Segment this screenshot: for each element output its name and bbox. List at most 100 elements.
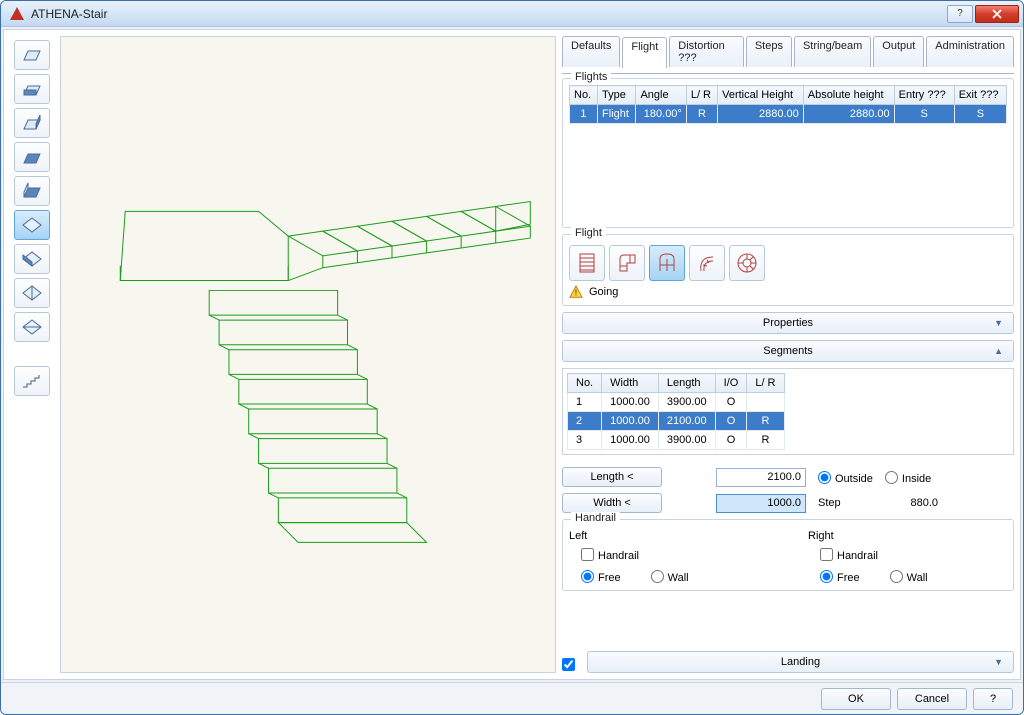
tool-box-1[interactable] [14,40,50,70]
flights-th-no[interactable]: No. [570,86,598,105]
tool-diamond-3[interactable] [14,278,50,308]
window-buttons: ? [947,5,1019,23]
cell-no: 1 [570,105,598,124]
cell-type: Flight [597,105,635,124]
seg-cell: O [715,412,747,431]
tab-defaults[interactable]: Defaults [562,36,620,67]
flight-type-u[interactable] [649,245,685,281]
tool-stair-icon[interactable] [14,366,50,396]
seg-cell: 1 [568,393,602,412]
tool-diamond-4[interactable] [14,312,50,342]
flight-type-l[interactable] [609,245,645,281]
seg-cell: R [747,412,784,431]
titlebar: ATHENA-Stair ? [1,1,1023,27]
seg-cell: 2 [568,412,602,431]
length-input[interactable] [716,468,806,487]
right-wall-radio[interactable]: Wall [890,568,928,584]
width-input[interactable] [716,494,806,513]
seg-cell: 1000.00 [602,393,659,412]
seg-cell: 1000.00 [602,431,659,450]
flights-row[interactable]: 1 Flight 180.00° R 2880.00 2880.00 S S [570,105,1007,124]
help-button[interactable]: ? [947,5,973,23]
landing-collapser[interactable]: Landing ▼ [587,651,1014,673]
width-button[interactable]: Width < [562,493,662,513]
flights-th-entry[interactable]: Entry ??? [894,86,954,105]
flight-type-straight[interactable] [569,245,605,281]
segments-collapser[interactable]: Segments ▲ [562,340,1014,362]
chevron-up-icon: ▲ [994,346,1003,356]
outside-radio[interactable]: Outside [818,469,873,485]
right-handrail-check[interactable]: Handrail [820,550,878,562]
seg-th-lr[interactable]: L/ R [747,374,784,393]
right-free-radio[interactable]: Free [820,568,860,584]
flights-th-vh[interactable]: Vertical Height [718,86,804,105]
seg-th-length[interactable]: Length [658,374,715,393]
content: Defaults Flight Distortion ??? Steps Str… [3,29,1021,680]
tab-output[interactable]: Output [873,36,924,67]
warning-icon: ! [569,285,583,299]
tab-steps[interactable]: Steps [746,36,792,67]
seg-row[interactable]: 3 1000.00 3900.00 O R [568,431,785,450]
handrail-legend: Handrail [571,512,620,524]
right-wall-text: Wall [907,572,928,584]
side-toolbar [10,36,54,673]
chevron-down-icon: ▼ [994,318,1003,328]
tool-diamond-2[interactable] [14,244,50,274]
flight-type-legend: Flight [571,227,606,239]
panel-body: Flights No. Type Angle L/ R Vertical Hei… [562,73,1014,673]
properties-collapser[interactable]: Properties ▼ [562,312,1014,334]
landing-checkbox[interactable] [562,658,575,671]
tool-box-3[interactable] [14,108,50,138]
seg-cell: 2100.00 [658,412,715,431]
cancel-button[interactable]: Cancel [897,688,967,710]
right-panel: Defaults Flight Distortion ??? Steps Str… [562,36,1014,673]
tab-string-beam[interactable]: String/beam [794,36,871,67]
flight-type-curved-2[interactable] [729,245,765,281]
flights-th-angle[interactable]: Angle [636,86,686,105]
stair-preview[interactable] [60,36,556,673]
flights-th-exit[interactable]: Exit ??? [954,86,1006,105]
flights-th-type[interactable]: Type [597,86,635,105]
tab-administration[interactable]: Administration [926,36,1014,67]
flights-th-ah[interactable]: Absolute height [803,86,894,105]
tool-diamond-1[interactable] [14,210,50,240]
left-handrail-check[interactable]: Handrail [581,550,639,562]
seg-th-no[interactable]: No. [568,374,602,393]
segments-table[interactable]: No. Width Length I/O L/ R 1 1000.00 3900… [567,373,785,450]
flights-th-lr[interactable]: L/ R [686,86,717,105]
app-window: ATHENA-Stair ? [0,0,1024,715]
length-button[interactable]: Length < [562,467,662,487]
flight-type-curved-1[interactable] [689,245,725,281]
handrail-left-col: Left Handrail Free Wall [569,530,768,584]
tool-box-5[interactable] [14,176,50,206]
seg-row[interactable]: 2 1000.00 2100.00 O R [568,412,785,431]
properties-label: Properties [763,317,813,329]
tab-flight[interactable]: Flight [622,37,667,68]
right-handrail-text: Handrail [837,550,878,562]
seg-th-io[interactable]: I/O [715,374,747,393]
flights-table[interactable]: No. Type Angle L/ R Vertical Height Abso… [569,85,1007,124]
left-free-radio[interactable]: Free [581,568,621,584]
app-icon [9,6,25,22]
seg-cell: O [715,393,747,412]
tool-box-2[interactable] [14,74,50,104]
ok-button[interactable]: OK [821,688,891,710]
seg-th-width[interactable]: Width [602,374,659,393]
cell-lr: R [686,105,717,124]
flights-group: Flights No. Type Angle L/ R Vertical Hei… [562,78,1014,228]
seg-row[interactable]: 1 1000.00 3900.00 O [568,393,785,412]
chevron-down-icon: ▼ [994,657,1003,667]
landing-label: Landing [781,656,820,668]
tab-strip: Defaults Flight Distortion ??? Steps Str… [562,36,1014,67]
inside-radio[interactable]: Inside [885,469,931,485]
help-footer-button[interactable]: ? [973,688,1013,710]
outside-label: Outside [835,473,873,485]
tab-distortion[interactable]: Distortion ??? [669,36,744,67]
close-button[interactable] [975,5,1019,23]
tool-box-4[interactable] [14,142,50,172]
seg-cell: 3900.00 [658,431,715,450]
segments-table-wrap: No. Width Length I/O L/ R 1 1000.00 3900… [562,368,1014,455]
left-wall-radio[interactable]: Wall [651,568,689,584]
handrail-right-col: Right Handrail Free Wall [808,530,1007,584]
landing-row: Landing ▼ [562,651,1014,673]
